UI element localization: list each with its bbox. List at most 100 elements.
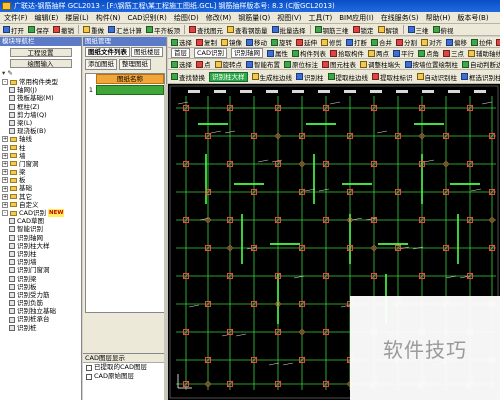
toolbar-button[interactable]: 俯视 [432,25,454,35]
toolbar-button[interactable]: 三点 [443,48,464,58]
toolbar-button[interactable]: 点角 [418,48,439,58]
expand-icon[interactable]: + [2,169,8,176]
toolbar-button[interactable]: 延伸 [296,37,317,47]
toolbar-button[interactable]: 提取柱边线 [327,72,368,82]
menu-item[interactable]: 编辑(E) [35,13,59,23]
drawing-list-row[interactable]: 1 [86,85,164,95]
toolbar-button[interactable]: 解锁 [377,25,399,35]
toolbar-button[interactable]: 选择 [171,37,192,47]
tree-item[interactable]: 识别门窗洞 [0,266,81,274]
toolbar-button[interactable]: 拾取构件 [330,48,364,58]
toolbar-dropdown[interactable]: CAD识别 [194,48,227,58]
toolbar-button[interactable]: 提取柱标识 [372,72,413,82]
toolbar-button[interactable]: 构件列表 [292,48,326,58]
toolbar-button[interactable]: 重做 [83,25,104,35]
menu-item[interactable]: 修改(M) [206,13,232,23]
menu-item[interactable]: BIM应用(I) [339,13,373,23]
menu-item[interactable]: 版本号(B) [457,13,488,23]
toolbar-button[interactable]: 查找图元 [189,25,223,35]
toolbar-button[interactable]: 点 [196,59,211,69]
toolbar-button[interactable]: 锁定 [352,25,374,35]
expand-icon[interactable]: + [2,160,8,167]
add-drawing-button[interactable]: 添加图纸 [85,59,117,70]
toolbar-button[interactable]: 镜像 [221,37,242,47]
checkbox[interactable] [86,364,92,371]
tree-item[interactable]: 识别梁 [0,275,81,283]
tree-item[interactable]: 识别桩承台 [0,315,81,323]
menu-item[interactable]: 钢筋量(Q) [238,13,270,23]
toolbar-dropdown[interactable]: 首层 [171,48,190,58]
toolbar-button[interactable]: 钢筋三维 [314,25,349,35]
cad-layer-original[interactable]: CAD原始图层 [83,372,167,381]
tree-item[interactable]: + 其它 [0,193,81,201]
organize-drawing-button[interactable]: 整理图纸 [119,59,151,70]
tree-item[interactable]: 筏板基础(M) [0,94,81,102]
toolbar-button[interactable]: 撤销 [53,25,74,35]
tree-item[interactable]: + 板 [0,176,81,184]
menu-item[interactable]: 构件(N) [96,13,121,23]
toolbar-button[interactable]: 打开 [3,25,24,35]
toolbar-button[interactable]: 偏移 [446,37,467,47]
menu-item[interactable]: 帮助(H) [426,13,451,23]
tree-item[interactable]: 现浇板(B) [0,127,81,135]
cad-layer-extracted[interactable]: 已提取的CAD图层 [83,363,167,372]
toolbar-button[interactable]: 合并 [371,37,392,47]
tree-item[interactable]: 识别轴网 [0,234,81,242]
toolbar-button[interactable]: 复制 [196,37,217,47]
expand-icon[interactable]: + [2,136,8,143]
collapse-icon[interactable]: - [2,210,8,217]
toolbar-button[interactable]: 汇总计算 [108,25,142,35]
toolbar-button[interactable]: 修剪 [321,37,342,47]
tree-item[interactable]: 识别柱大样 [0,242,81,250]
menu-item[interactable]: 绘图(D) [174,13,199,23]
tree-item[interactable]: + 轴线 [0,135,81,143]
toolbar-button[interactable]: 旋转 [271,37,292,47]
toolbar-button[interactable]: 批量选择 [271,25,306,35]
toolbar-button[interactable]: 图元柱表 [322,59,356,69]
toolbar-button[interactable]: 两点 [368,48,389,58]
toolbar-button[interactable]: 查找替换 [171,72,205,82]
expand-icon[interactable]: + [2,144,8,151]
expand-icon[interactable]: + [2,201,8,208]
toolbar-button[interactable]: 平行 [393,48,414,58]
tree-item[interactable]: - CAD识别 NEW [0,209,81,218]
menu-item[interactable]: 文件(F) [4,13,28,23]
toolbar-button[interactable]: 智能布置 [246,59,280,69]
tree-item[interactable]: 梁(L) [0,119,81,127]
toolbar-button[interactable]: 查看钢筋量 [227,25,268,35]
menu-item[interactable]: 楼层(L) [65,13,88,23]
toolbar-button[interactable]: 选择 [171,59,192,69]
tree-item[interactable]: + 柱 [0,144,81,152]
toolbar-button[interactable]: 属性 [267,48,288,58]
toolbar-button[interactable]: 识别柱 [296,72,324,82]
toolbar-button[interactable]: 辅助轴线 [468,48,500,58]
toolbar-button[interactable]: 自动判断边角柱 [462,59,500,69]
tree-item[interactable]: 智能识别 [0,225,81,233]
toolbar-button[interactable]: 旋转点 [214,59,242,69]
tree-item[interactable]: + 基础 [0,184,81,192]
toolbar-button[interactable]: 拉伸 [471,37,492,47]
toolbar-button[interactable]: 设置夹点 [496,37,500,47]
drawing-input-button[interactable]: 绘图输入 [9,59,72,68]
tab-drawing-floor[interactable]: 图纸楼层 [131,47,163,57]
tree-item[interactable]: - 常用构件类型 [0,78,81,86]
toolbar-button[interactable]: 原位标注 [284,59,318,69]
toolbar-button[interactable]: 保存 [28,25,49,35]
menu-item[interactable]: 视图(V) [277,13,301,23]
tree-item[interactable]: + 门窗洞 [0,160,81,168]
toolbar-button[interactable]: 框选识别柱 [461,72,500,82]
toolbar-button[interactable]: 对齐 [421,37,442,47]
drawing-name-cell[interactable] [96,85,164,95]
menu-item[interactable]: CAD识别(R) [127,13,166,23]
expand-icon[interactable]: + [2,193,8,200]
tree-pin-icon[interactable]: ▾ ✎ [0,68,81,78]
expand-icon[interactable]: + [2,152,8,159]
project-settings-button[interactable]: 工程设置 [9,48,72,57]
tab-drawing-file-list[interactable]: 图纸文件列表 [85,47,130,57]
checkbox[interactable] [86,373,92,380]
expand-icon[interactable]: + [2,185,8,192]
toolbar-button[interactable]: 识别柱大样 [209,71,248,82]
toolbar-button[interactable]: 三维 [407,25,429,35]
toolbar-button[interactable]: 打断 [346,37,367,47]
tree-item[interactable]: 框柱(Z) [0,103,81,111]
